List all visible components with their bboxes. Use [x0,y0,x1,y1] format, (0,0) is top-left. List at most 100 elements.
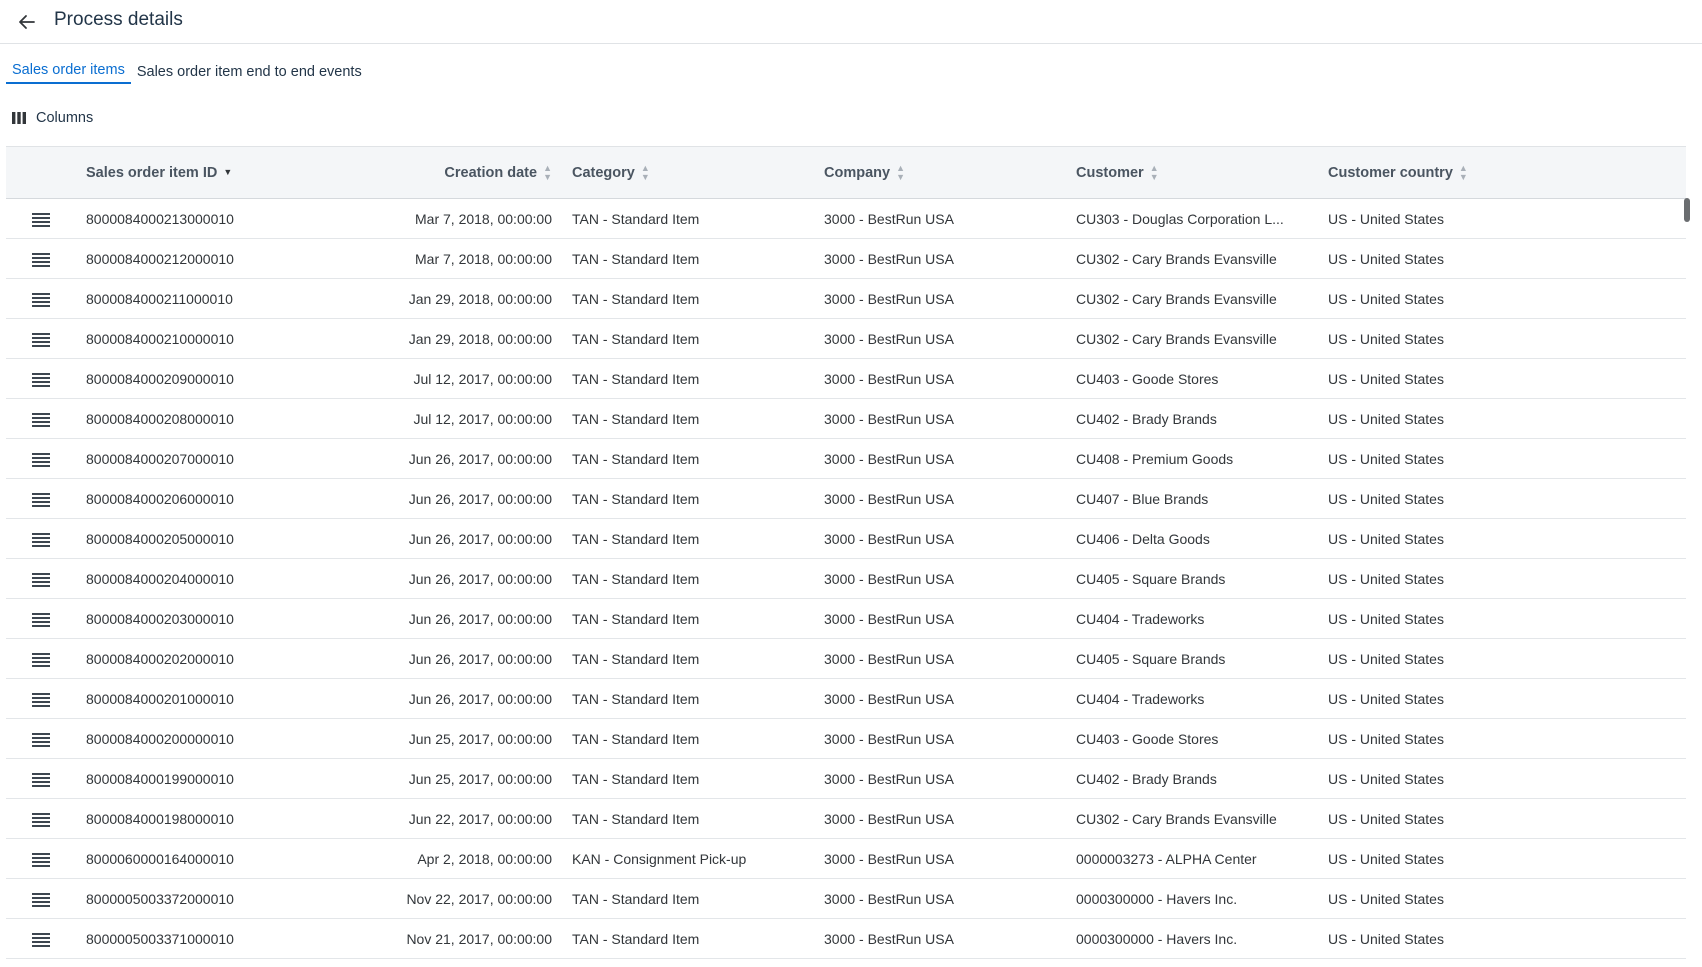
table-row[interactable]: 8000084000205000010 Jun 26, 2017, 00:00:0… [6,518,1686,559]
sort-icon[interactable]: ▲ ▼ [641,163,650,182]
cell-category: TAN - Standard Item [562,918,814,959]
row-menu-cell [6,678,76,719]
row-menu-cell [6,518,76,559]
cell-creation-date: Jan 29, 2018, 00:00:00 [266,318,562,359]
hamburger-menu-icon[interactable] [32,372,50,387]
cell-creation-date: Jul 12, 2017, 00:00:00 [266,358,562,399]
cell-customer: 0000003273 - ALPHA Center [1066,838,1318,879]
column-header-label: Sales order item ID [86,164,218,181]
tab-sales-order-item-events[interactable]: Sales order item end to end events [131,62,368,84]
cell-company: 3000 - BestRun USA [814,238,1066,279]
cell-creation-date: Jun 26, 2017, 00:00:00 [266,518,562,559]
cell-company: 3000 - BestRun USA [814,838,1066,879]
cell-customer: CU402 - Brady Brands [1066,758,1318,799]
column-header-label: Customer country [1328,164,1453,181]
hamburger-menu-icon[interactable] [32,732,50,747]
cell-company: 3000 - BestRun USA [814,398,1066,439]
cell-sales-order-item-id: 8000084000206000010 [76,478,266,519]
hamburger-menu-icon[interactable] [32,612,50,627]
table-row[interactable]: 8000005003371000010 Nov 21, 2017, 00:00:0… [6,918,1686,959]
cell-customer-country: US - United States [1318,678,1686,719]
cell-customer-country: US - United States [1318,238,1686,279]
row-menu-cell [6,398,76,439]
hamburger-menu-icon[interactable] [32,692,50,707]
sort-icon[interactable]: ▲ ▼ [1150,163,1159,182]
column-header-creation-date[interactable]: Creation date ▲ ▼ [266,146,562,199]
hamburger-menu-icon[interactable] [32,212,50,227]
table-row[interactable]: 8000084000201000010 Jun 26, 2017, 00:00:0… [6,678,1686,719]
sort-desc-icon[interactable]: ▼ [223,168,232,177]
cell-category: KAN - Consignment Pick-up [562,838,814,879]
data-table: Sales order item ID ▼ Creation date ▲ ▼ Cat… [6,146,1686,959]
table-row[interactable]: 8000084000212000010 Mar 7, 2018, 00:00:00… [6,238,1686,279]
hamburger-menu-icon[interactable] [32,252,50,267]
table-row[interactable]: 8000084000208000010 Jul 12, 2017, 00:00:0… [6,398,1686,439]
sort-icon[interactable]: ▲ ▼ [543,163,552,182]
cell-creation-date: Jul 12, 2017, 00:00:00 [266,398,562,439]
table-row[interactable]: 8000084000211000010 Jan 29, 2018, 00:00:0… [6,278,1686,319]
column-header-label: Category [572,164,635,181]
table-row[interactable]: 8000084000209000010 Jul 12, 2017, 00:00:0… [6,358,1686,399]
column-header-customer[interactable]: Customer ▲ ▼ [1066,146,1318,199]
row-menu-cell [6,438,76,479]
hamburger-menu-icon[interactable] [32,492,50,507]
cell-customer: 0000300000 - Havers Inc. [1066,918,1318,959]
row-menu-cell [6,598,76,639]
cell-customer: CU302 - Cary Brands Evansville [1066,238,1318,279]
hamburger-menu-icon[interactable] [32,292,50,307]
cell-sales-order-item-id: 8000084000199000010 [76,758,266,799]
columns-icon [12,112,26,124]
hamburger-menu-icon[interactable] [32,812,50,827]
back-button[interactable] [12,7,42,37]
table-row[interactable]: 8000084000199000010 Jun 25, 2017, 00:00:0… [6,758,1686,799]
table-row[interactable]: 8000005003372000010 Nov 22, 2017, 00:00:0… [6,878,1686,919]
arrow-left-icon [19,15,35,29]
cell-creation-date: Jun 26, 2017, 00:00:00 [266,638,562,679]
hamburger-menu-icon[interactable] [32,532,50,547]
columns-label: Columns [36,110,94,126]
vertical-scrollbar[interactable] [1684,198,1690,222]
columns-button[interactable]: Columns [12,106,93,130]
cell-company: 3000 - BestRun USA [814,278,1066,319]
column-header-label: Company [824,164,891,181]
column-header-category[interactable]: Category ▲ ▼ [562,146,814,199]
table-row[interactable]: 8000084000210000010 Jan 29, 2018, 00:00:0… [6,318,1686,359]
hamburger-menu-icon[interactable] [32,892,50,907]
cell-customer-country: US - United States [1318,358,1686,399]
cell-company: 3000 - BestRun USA [814,758,1066,799]
cell-customer: CU403 - Goode Stores [1066,718,1318,759]
cell-customer-country: US - United States [1318,918,1686,959]
cell-customer-country: US - United States [1318,318,1686,359]
column-header-company[interactable]: Company ▲ ▼ [814,146,1066,199]
cell-category: TAN - Standard Item [562,558,814,599]
table-row[interactable]: 8000084000200000010 Jun 25, 2017, 00:00:0… [6,718,1686,759]
hamburger-menu-icon[interactable] [32,412,50,427]
cell-category: TAN - Standard Item [562,238,814,279]
tab-sales-order-items[interactable]: Sales order items [6,60,131,84]
cell-customer-country: US - United States [1318,278,1686,319]
column-header-sales-order-item-id[interactable]: Sales order item ID ▼ [76,146,266,199]
sort-icon[interactable]: ▲ ▼ [1459,163,1468,182]
table-row[interactable]: 8000084000206000010 Jun 26, 2017, 00:00:0… [6,478,1686,519]
cell-sales-order-item-id: 8000084000203000010 [76,598,266,639]
table-row[interactable]: 8000084000203000010 Jun 26, 2017, 00:00:0… [6,598,1686,639]
sort-icon[interactable]: ▲ ▼ [896,163,905,182]
hamburger-menu-icon[interactable] [32,332,50,347]
table-row[interactable]: 8000084000198000010 Jun 22, 2017, 00:00:0… [6,798,1686,839]
column-header-customer-country[interactable]: Customer country ▲ ▼ [1318,146,1686,199]
table-row[interactable]: 8000084000207000010 Jun 26, 2017, 00:00:0… [6,438,1686,479]
cell-creation-date: Jan 29, 2018, 00:00:00 [266,278,562,319]
hamburger-menu-icon[interactable] [32,452,50,467]
hamburger-menu-icon[interactable] [32,652,50,667]
hamburger-menu-icon[interactable] [32,572,50,587]
table-row[interactable]: 8000084000204000010 Jun 26, 2017, 00:00:0… [6,558,1686,599]
table-row[interactable]: 8000084000213000010 Mar 7, 2018, 00:00:00… [6,198,1686,239]
hamburger-menu-icon[interactable] [32,852,50,867]
cell-sales-order-item-id: 8000084000213000010 [76,198,266,239]
row-menu-cell [6,358,76,399]
hamburger-menu-icon[interactable] [32,772,50,787]
table-row[interactable]: 8000084000202000010 Jun 26, 2017, 00:00:0… [6,638,1686,679]
hamburger-menu-icon[interactable] [32,932,50,947]
row-menu-cell [6,718,76,759]
table-row[interactable]: 8000060000164000010 Apr 2, 2018, 00:00:00… [6,838,1686,879]
